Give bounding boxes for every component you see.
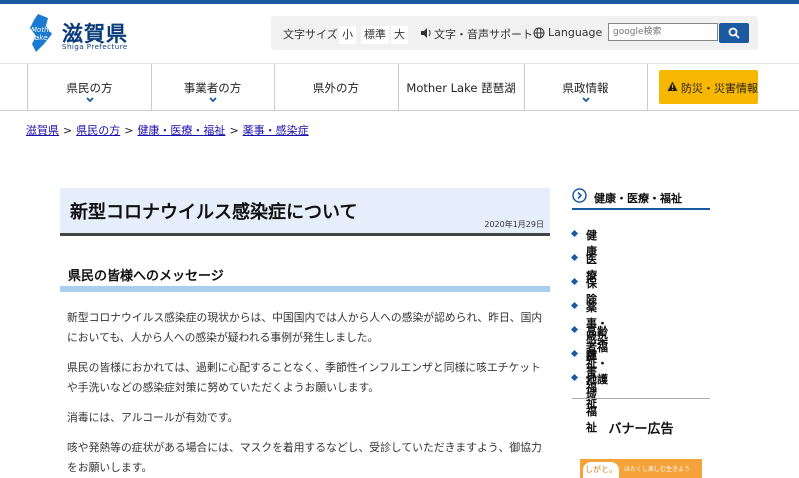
nav-item-mother-lake[interactable]: Mother Lake 琵琶湖 (398, 64, 525, 110)
banner-ad[interactable]: しがと。 ほたくし楽しむ生きよう (580, 459, 702, 478)
paragraph-2: 県民の皆様におかれては、過剰に心配することなく、季節性インフルエンザと同様に咳エ… (67, 361, 541, 394)
page-title: 新型コロナウイルス感染症について (70, 202, 358, 223)
font-size-large-button[interactable]: 大 (391, 26, 408, 44)
font-size-small-button[interactable]: 小 (339, 26, 356, 44)
publish-date: 2020年1月29日 (484, 220, 544, 229)
speaker-icon (421, 28, 431, 38)
search-button[interactable] (719, 23, 749, 43)
paragraph-1: 新型コロナウイルス感染症の現状からは、中国国内では人から人への感染が認められ、昨… (67, 311, 543, 344)
disaster-info-label: 防災・災害情報 (681, 82, 758, 95)
bullet-icon (570, 229, 579, 238)
bullet-icon (570, 349, 579, 358)
nav-item-prefectural-info[interactable]: 県政情報 (524, 64, 648, 110)
font-size-standard-button[interactable]: 標準 (361, 26, 389, 44)
bullet-icon (570, 325, 579, 334)
nav-item-businesses[interactable]: 事業者の方 (151, 64, 275, 110)
sidebar-heading-box: 健康・医療・福祉 (572, 186, 710, 210)
top-accent-bar (0, 0, 799, 4)
search-icon (728, 27, 740, 39)
logo-mother-lake-text: Mother Lake (31, 26, 56, 42)
sidebar-divider (572, 398, 710, 399)
breadcrumb-link-pharma[interactable]: 薬事・感染症 (243, 124, 309, 137)
banner-subtext: ほたくし楽しむ生きよう (624, 466, 691, 473)
search-input[interactable] (608, 23, 718, 41)
breadcrumb-separator: > (229, 124, 239, 137)
section-heading: 県民の皆様へのメッセージ (68, 269, 224, 284)
breadcrumb-separator: > (124, 124, 134, 137)
chevron-down-icon (85, 97, 94, 103)
banner-logo-text: しがと。 (583, 462, 619, 478)
font-size-label: 文字サイズ (283, 28, 338, 41)
page-title-box: 新型コロナウイルス感染症について 2020年1月29日 (60, 188, 550, 236)
chevron-down-icon (581, 97, 590, 103)
nav-item-visitors[interactable]: 県外の方 (274, 64, 399, 110)
bullet-icon (570, 301, 579, 310)
site-subtitle: Shiga Prefecture (62, 43, 128, 51)
sidebar-heading: 健康・医療・福祉 (594, 192, 682, 205)
bullet-icon (570, 253, 579, 262)
breadcrumb: 滋賀県 > 県民の方 > 健康・医療・福祉 > 薬事・感染症 (26, 122, 309, 138)
breadcrumb-separator: > (63, 124, 73, 137)
nav-item-label: 県政情報 (562, 81, 609, 95)
globe-icon (533, 27, 545, 39)
nav-divider (0, 110, 799, 111)
nav-item-label: 県外の方 (313, 81, 359, 95)
language-link[interactable]: Language (548, 26, 602, 39)
paragraph-3: 消毒には、アルコールが有効です。 (67, 411, 239, 424)
nav-item-label: Mother Lake 琵琶湖 (406, 81, 516, 95)
site-logo[interactable]: Mother Lake 滋賀県 Shiga Prefecture (28, 14, 168, 54)
nav-item-label: 事業者の方 (183, 81, 242, 95)
breadcrumb-link-health[interactable]: 健康・医療・福祉 (137, 124, 225, 137)
disaster-info-button[interactable]: 防災・災害情報 (659, 70, 758, 104)
bullet-icon (570, 373, 579, 382)
breadcrumb-link-residents[interactable]: 県民の方 (76, 124, 120, 137)
banner-heading: バナー広告 (608, 422, 674, 437)
chevron-right-circle-icon (572, 188, 587, 203)
nav-item-label: 県民の方 (66, 81, 113, 95)
nav-item-residents[interactable]: 県民の方 (28, 64, 152, 110)
bullet-icon (570, 277, 579, 286)
warning-icon (667, 81, 678, 91)
section-heading-box: 県民の皆様へのメッセージ (60, 264, 550, 292)
breadcrumb-link-shiga[interactable]: 滋賀県 (26, 124, 59, 137)
global-nav: 県民の方 事業者の方 県外の方 Mother Lake 琵琶湖 県政情報 (27, 64, 648, 110)
chevron-down-icon (208, 97, 217, 103)
utility-bar: 文字サイズ 小 標準 大 文字・音声サポート Language (271, 16, 758, 50)
speech-support-link[interactable]: 文字・音声サポート (434, 26, 533, 42)
paragraph-4: 咳や発熱等の症状がある場合には、マスクを着用するなどし、受診していただきますよう… (67, 441, 542, 474)
